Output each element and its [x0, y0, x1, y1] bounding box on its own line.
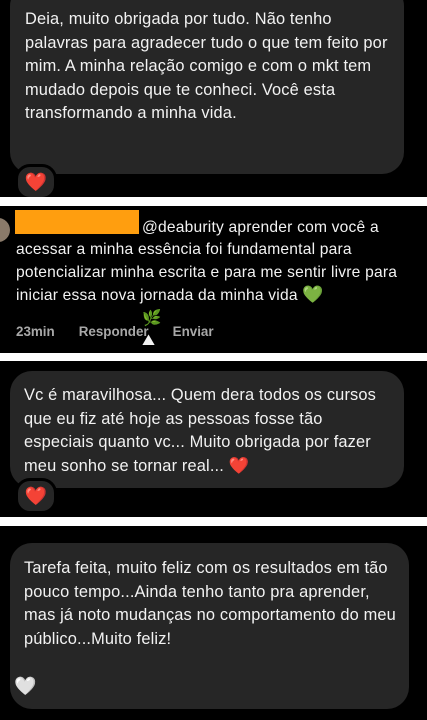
green-heart-icon: 💚	[302, 285, 324, 305]
reaction-badge[interactable]: ❤️	[15, 164, 57, 197]
heart-icon: ❤️	[24, 171, 48, 192]
mention-link[interactable]: @deaburity	[142, 219, 224, 236]
comment-meta: 23min Responder Enviar	[16, 324, 214, 339]
send-button[interactable]: Enviar	[173, 324, 214, 339]
message-text: Vc é maravilhosa... Quem dera todos os c…	[24, 386, 377, 475]
message-text: Tarefa feita, muito feliz com os resulta…	[24, 559, 396, 648]
message-text: Deia, muito obrigada por tudo. Não tenho…	[25, 10, 388, 123]
redacted-username	[15, 210, 139, 234]
reply-button[interactable]: Responder	[79, 324, 149, 339]
message-panel-2: Vc é maravilhosa... Quem dera todos os c…	[0, 361, 427, 517]
message-panel-1: Deia, muito obrigada por tudo. Não tenho…	[0, 0, 427, 197]
white-heart-icon: 🤍	[14, 676, 37, 696]
reaction-badge[interactable]: ❤️	[15, 478, 57, 514]
message-panel-3: Tarefa feita, muito feliz com os resulta…	[0, 526, 427, 720]
heart-icon: ❤️	[24, 485, 48, 506]
timestamp: 23min	[16, 324, 55, 339]
message-bubble[interactable]: Deia, muito obrigada por tudo. Não tenho…	[10, 0, 404, 174]
message-bubble[interactable]: Vc é maravilhosa... Quem dera todos os c…	[10, 371, 404, 488]
white-heart: 🤍	[14, 676, 36, 697]
avatar[interactable]	[0, 218, 10, 242]
comment-panel: @deaburity aprender com você a acessar a…	[0, 206, 427, 353]
heart-icon: ❤️	[228, 456, 250, 475]
message-bubble[interactable]: Tarefa feita, muito feliz com os resulta…	[10, 543, 409, 709]
